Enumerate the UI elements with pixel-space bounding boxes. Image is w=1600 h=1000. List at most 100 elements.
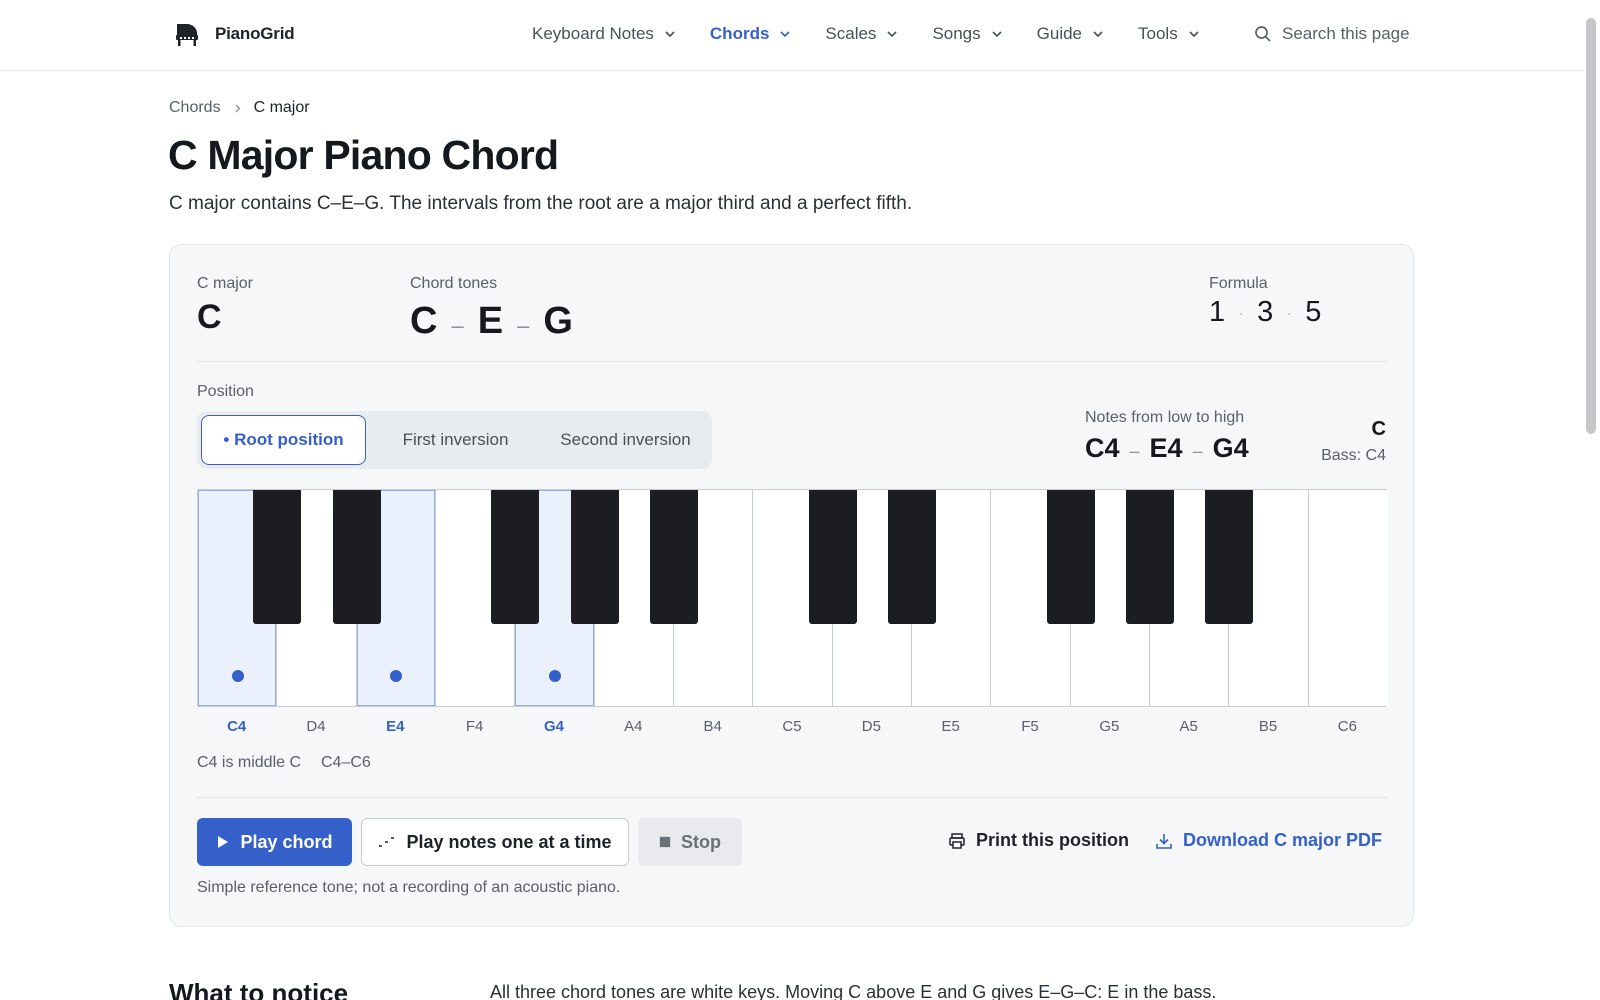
key-label: C5 (782, 718, 802, 735)
play-chord-button[interactable]: Play chord (197, 818, 352, 866)
what-to-notice-heading: What to notice (169, 978, 349, 1000)
stop-icon (659, 836, 671, 848)
chord-tone-marker (548, 670, 561, 682)
black-key[interactable] (650, 490, 698, 624)
download-pdf-link[interactable]: Download C major PDF (1155, 830, 1382, 851)
nav-guide[interactable]: Guide (1037, 24, 1104, 44)
position-first-inversion[interactable]: First inversion (373, 415, 538, 465)
position-root[interactable]: • Root position (201, 415, 366, 465)
position-label: Position (197, 383, 254, 400)
notes-low-to-high: C4 – E4 – G4 (1085, 433, 1249, 464)
main-nav: Keyboard Notes Chords Scales Songs Guide… (532, 24, 1234, 44)
page-scrollbar[interactable] (1586, 18, 1596, 434)
chord-tone: C (410, 300, 438, 342)
note-separator: – (1192, 441, 1203, 461)
position-chord-symbol: C (1371, 418, 1386, 440)
key-label: D5 (861, 718, 881, 735)
chevron-down-icon (992, 31, 1002, 38)
chevron-down-icon (887, 31, 898, 38)
key-label: C4 (227, 718, 247, 735)
key-label: A4 (624, 718, 643, 735)
nav-tools[interactable]: Tools (1138, 24, 1200, 44)
breadcrumb-parent-link[interactable]: Chords (169, 99, 221, 117)
play-notes-button[interactable]: Play notes one at a time (361, 818, 629, 866)
search-box[interactable]: Search this page (1254, 24, 1410, 44)
keyboard-range: C4–C6 (321, 754, 371, 771)
brand-name: PianoGrid (215, 24, 295, 43)
black-key[interactable] (253, 490, 302, 624)
key-label: G4 (543, 718, 564, 735)
chord-tone: E (477, 300, 504, 342)
notes-order-label: Notes from low to high (1085, 409, 1245, 426)
print-position-link[interactable]: Print this position (948, 830, 1129, 851)
black-key[interactable] (491, 490, 540, 624)
chord-tone: G (543, 300, 573, 342)
site-header: PianoGrid Keyboard Notes Chords Scales S… (0, 0, 1584, 71)
tone-separator: – (517, 313, 530, 338)
chord-name-label: C major (197, 275, 254, 292)
key-label: D4 (306, 718, 326, 735)
key-label: E5 (941, 718, 960, 735)
chevron-right-icon (235, 104, 240, 112)
key-label: B4 (703, 718, 722, 735)
black-key[interactable] (888, 490, 936, 624)
note-separator: – (1129, 441, 1140, 461)
formula-separator: · (1287, 305, 1292, 320)
arpeggio-icon (379, 837, 395, 847)
chevron-down-icon (780, 31, 790, 38)
chevron-down-icon (1189, 31, 1199, 38)
formula-degree: 5 (1305, 296, 1322, 328)
black-key[interactable] (1126, 490, 1174, 624)
key-label: A5 (1179, 718, 1198, 735)
black-key[interactable] (1046, 490, 1095, 624)
chord-formula: 1 · 3 · 5 (1209, 296, 1321, 329)
tone-disclaimer: Simple reference tone; not a recording o… (197, 879, 621, 896)
key-label: E4 (386, 718, 405, 735)
position-second-inversion[interactable]: Second inversion (543, 415, 708, 465)
position-selector: • Root position First inversion Second i… (197, 411, 712, 469)
chevron-down-icon (1093, 31, 1103, 38)
formula-degree: 3 (1257, 296, 1274, 328)
chord-symbol: C (197, 298, 222, 336)
breadcrumb: Chords C major (169, 99, 310, 117)
nav-songs[interactable]: Songs (932, 24, 1002, 44)
key-label: G5 (1099, 718, 1120, 735)
chord-tones-label: Chord tones (410, 275, 498, 292)
position-note: E4 (1149, 433, 1183, 463)
formula-separator: · (1239, 305, 1244, 320)
key-label: C6 (1337, 718, 1357, 735)
position-note: C4 (1085, 433, 1120, 463)
grand-piano-icon (176, 24, 198, 46)
download-icon (1156, 833, 1172, 849)
chord-tones: C – E – G (410, 300, 573, 343)
nav-scales[interactable]: Scales (825, 24, 898, 44)
black-key[interactable] (808, 490, 857, 624)
formula-degree: 1 (1209, 296, 1226, 328)
black-key[interactable] (1205, 490, 1254, 624)
breadcrumb-current: C major (253, 99, 310, 116)
black-key[interactable] (332, 490, 381, 624)
chevron-down-icon (665, 31, 675, 38)
key-label: F5 (1021, 718, 1039, 735)
play-icon (218, 836, 229, 848)
card-divider (197, 797, 1387, 798)
page-title: C Major Piano Chord (168, 132, 559, 178)
middle-c-note: C4 is middle C (197, 754, 302, 771)
nav-keyboard-notes[interactable]: Keyboard Notes (532, 24, 676, 44)
black-key[interactable] (570, 490, 619, 624)
white-key[interactable] (1308, 490, 1388, 706)
bass-note: Bass: C4 (1321, 447, 1386, 464)
search-icon (1255, 26, 1271, 42)
stop-button[interactable]: Stop (638, 818, 742, 866)
formula-label: Formula (1209, 275, 1268, 292)
nav-chords[interactable]: Chords (710, 24, 792, 44)
tone-separator: – (451, 313, 464, 338)
printer-icon (949, 832, 965, 849)
key-label: F4 (465, 718, 484, 735)
brand-logo[interactable]: PianoGrid (173, 20, 295, 48)
what-to-notice-text: All three chord tones are white keys. Mo… (490, 982, 1217, 1000)
search-placeholder: Search this page (1282, 24, 1410, 43)
position-note: G4 (1212, 433, 1249, 463)
piano-keyboard (197, 489, 1388, 707)
card-divider (197, 361, 1387, 362)
